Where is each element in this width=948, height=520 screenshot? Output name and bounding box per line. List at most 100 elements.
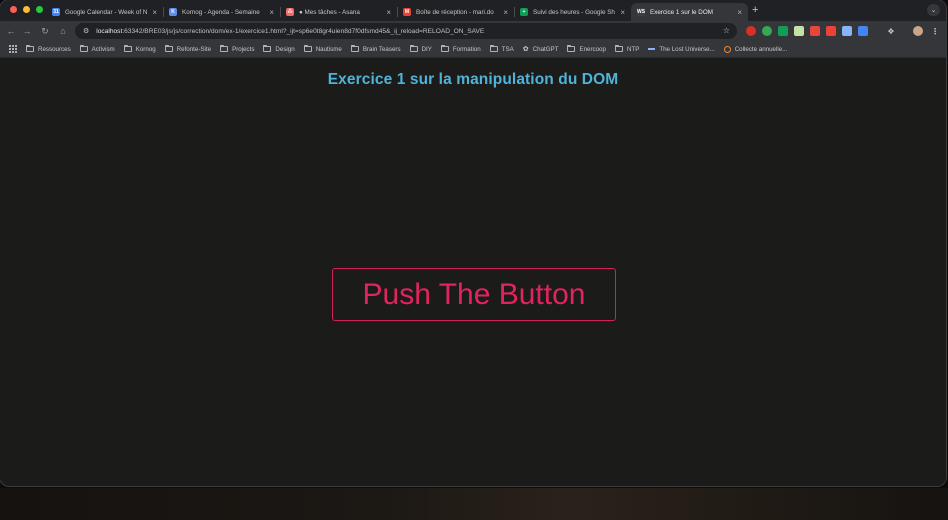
address-bar[interactable]: ⚙ localhost:63342/BRE03/js/js/correction…	[75, 23, 737, 39]
folder-icon	[303, 45, 312, 52]
tab-title: ● Mes tâches - Asana	[299, 8, 360, 16]
tab-close-icon[interactable]: ×	[620, 8, 625, 17]
folder-icon	[440, 45, 449, 52]
browser-window: 31 Google Calendar - Week of N × K Kornog - …	[0, 0, 946, 486]
apps-grid-icon[interactable]	[9, 44, 18, 54]
url-text: localhost:63342/BRE03/js/js/correction/d…	[96, 28, 484, 35]
bookmark-folder[interactable]: Activism	[79, 45, 115, 53]
tab-title: Kornog - Agenda - Semaine	[182, 8, 260, 16]
folder-icon	[263, 45, 272, 52]
tab-3[interactable]: M Boîte de réception - mari.do ×	[397, 3, 514, 21]
toolbar: ← → ↻ ⌂ ⚙ localhost:63342/BRE03/js/js/co…	[0, 21, 946, 41]
tab-1[interactable]: K Kornog - Agenda - Semaine ×	[163, 3, 280, 21]
bookmark-star-icon[interactable]: ☆	[723, 26, 730, 35]
close-window-button[interactable]	[10, 6, 17, 13]
bookmark-lost-universe[interactable]: The Lost Universe...	[648, 45, 715, 53]
bookmark-chatgpt[interactable]: ✿ ChatGPT	[522, 45, 559, 54]
tab-title: Suivi des heures - Google Sh	[533, 8, 615, 16]
bookmark-label: Refonte-Site	[176, 45, 212, 53]
tab-close-icon[interactable]: ×	[386, 8, 391, 17]
extension-icon[interactable]	[810, 26, 820, 36]
tab-list: 31 Google Calendar - Week of N × K Kornog - …	[46, 3, 748, 21]
bookmark-label: Projects	[232, 45, 255, 53]
tab-title: Boîte de réception - mari.do	[416, 8, 494, 16]
bookmark-label: Design	[275, 45, 295, 53]
bookmark-folder[interactable]: DIY	[409, 45, 432, 53]
bookmark-label: DIY	[421, 45, 432, 53]
new-tab-button[interactable]: +	[752, 3, 758, 17]
desktop-background	[0, 488, 948, 520]
bookmark-label: Enercoop	[579, 45, 606, 53]
reload-icon[interactable]: ↻	[38, 24, 52, 38]
bookmark-label: TSA	[501, 45, 514, 53]
tab-search-button[interactable]: ⌄	[927, 4, 940, 16]
forward-arrow-icon[interactable]: →	[20, 24, 34, 38]
home-icon[interactable]: ⌂	[56, 24, 70, 38]
tab-close-icon[interactable]: ×	[152, 8, 157, 17]
bookmark-folder[interactable]: TSA	[489, 45, 514, 53]
extension-icon[interactable]	[762, 26, 772, 36]
minimize-window-button[interactable]	[23, 6, 30, 13]
folder-icon	[26, 45, 34, 52]
tab-close-icon[interactable]: ×	[269, 8, 274, 17]
bookmark-folder[interactable]: Brain Teasers	[350, 45, 401, 53]
zoom-window-button[interactable]	[36, 6, 43, 13]
extension-icon[interactable]	[778, 26, 788, 36]
bookmark-folder[interactable]: Ressources	[26, 45, 71, 53]
page-title: Exercice 1 sur la manipulation du DOM	[327, 71, 619, 88]
bookmark-label: Activism	[91, 45, 115, 53]
bookmark-folder[interactable]: Formation	[440, 45, 481, 53]
extension-icon[interactable]	[794, 26, 804, 36]
folder-icon	[350, 45, 359, 52]
collecte-icon	[723, 45, 731, 53]
url-path: :63342/BRE03/js/js/correction/dom/ex-1/e…	[122, 27, 485, 35]
bookmarks-bar: Ressources Activism Kornog Refonte-Site Proj…	[0, 41, 946, 58]
folder-icon	[567, 45, 576, 52]
tab-strip: 31 Google Calendar - Week of N × K Kornog - …	[0, 0, 946, 21]
bookmark-folder[interactable]: Projects	[220, 45, 255, 53]
bookmark-folder[interactable]: Nautisme	[303, 45, 342, 53]
lost-universe-icon	[648, 48, 656, 50]
tab-title: Exercice 1 sur le DOM	[650, 8, 713, 16]
extension-icon[interactable]	[826, 26, 836, 36]
tab-4[interactable]: + Suivi des heures - Google Sh ×	[514, 3, 631, 21]
bookmark-label: Formation	[452, 45, 481, 53]
bookmark-folder[interactable]: Refonte-Site	[164, 45, 212, 53]
folder-icon	[123, 45, 132, 52]
extension-icon[interactable]	[842, 26, 852, 36]
tab-0[interactable]: 31 Google Calendar - Week of N ×	[46, 3, 163, 21]
chatgpt-icon: ✿	[522, 46, 529, 53]
menu-kebab-icon[interactable]: ⋮	[930, 26, 940, 36]
profile-avatar[interactable]	[913, 26, 923, 36]
folder-icon	[220, 45, 229, 52]
bookmark-label: NTP	[626, 45, 640, 53]
bookmark-label: Brain Teasers	[362, 45, 401, 53]
bookmark-collecte[interactable]: Collecte annuelle...	[723, 45, 787, 53]
extension-icon[interactable]	[746, 26, 756, 36]
extensions-puzzle-icon[interactable]: ❖	[886, 26, 896, 36]
bookmark-folder[interactable]: Design	[263, 45, 295, 53]
folder-icon	[409, 45, 418, 52]
bookmark-folder[interactable]: NTP	[614, 45, 640, 53]
push-the-button[interactable]: Push The Button	[332, 268, 616, 321]
extension-icon[interactable]	[858, 26, 868, 36]
tab-2[interactable]: ⁂ ● Mes tâches - Asana ×	[280, 3, 397, 21]
page-viewport: Exercice 1 sur la manipulation du DOM Pu…	[0, 58, 946, 486]
tab-5[interactable]: WS Exercice 1 sur le DOM ×	[631, 3, 748, 21]
window-controls	[10, 6, 43, 13]
bookmark-label: The Lost Universe...	[659, 45, 715, 53]
tab-favicon-icon: 31	[52, 8, 60, 16]
bookmark-folder[interactable]: Enercoop	[567, 45, 606, 53]
tab-favicon-icon: ⁂	[286, 8, 294, 16]
bookmark-folder[interactable]: Kornog	[123, 45, 156, 53]
site-info-icon[interactable]: ⚙	[83, 27, 89, 35]
folder-icon	[614, 45, 623, 52]
bookmark-label: Nautisme	[315, 45, 342, 53]
tab-close-icon[interactable]: ×	[503, 8, 508, 17]
tab-favicon-icon: WS	[636, 8, 646, 16]
tab-title: Google Calendar - Week of N	[65, 8, 148, 16]
tab-favicon-icon: M	[403, 8, 411, 16]
tab-close-icon[interactable]: ×	[737, 8, 742, 17]
back-arrow-icon[interactable]: ←	[4, 24, 18, 38]
folder-icon	[489, 45, 498, 52]
